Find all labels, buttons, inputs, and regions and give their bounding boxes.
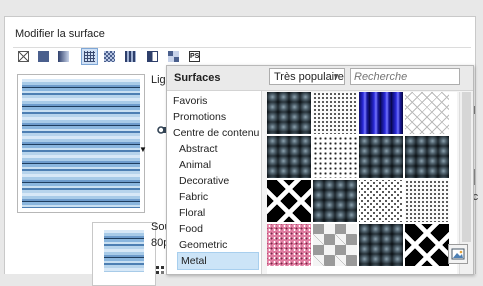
dialog-title: Modifier la surface <box>15 28 105 40</box>
pattern-fill-button[interactable] <box>81 48 98 65</box>
surface-tile[interactable] <box>405 136 449 178</box>
category-list: Favoris Promotions Centre de contenu Abstra… <box>167 91 262 274</box>
category-item[interactable]: Decorative <box>179 173 229 189</box>
surface-tile[interactable] <box>359 92 403 134</box>
surface-tile[interactable] <box>359 180 403 222</box>
texture-fill-button[interactable] <box>145 49 160 64</box>
texture-fill-icon <box>147 51 158 62</box>
corner-action-button[interactable] <box>448 244 468 264</box>
uniform-fill-button[interactable] <box>36 49 51 64</box>
chevron-down-icon: ▼ <box>332 72 340 81</box>
two-color-pattern-button[interactable] <box>123 49 138 64</box>
image-edit-icon <box>451 248 465 260</box>
pattern-fill-icon <box>84 51 95 62</box>
gradient-fill-button[interactable] <box>56 49 71 64</box>
surface-tile[interactable] <box>267 224 311 266</box>
uniform-fill-icon <box>38 51 49 62</box>
popularity-filter-select[interactable]: Très populaire ▼ <box>269 68 345 85</box>
surface-tile[interactable] <box>313 224 357 266</box>
surface-tile[interactable] <box>313 180 357 222</box>
surface-tile[interactable] <box>267 136 311 178</box>
category-item[interactable]: Food <box>179 221 203 237</box>
surfaces-popup: Surfaces Très populaire ▼ FavorisPromoti… <box>166 65 474 275</box>
divider <box>13 47 471 48</box>
category-item[interactable]: Abstract <box>179 141 218 157</box>
postscript-label-icon: PS <box>189 51 200 62</box>
category-item[interactable]: Favoris <box>173 93 207 109</box>
two-color-pattern-icon <box>125 51 136 62</box>
gradient-fill-icon <box>58 51 69 62</box>
surface-tile[interactable] <box>359 136 403 178</box>
pattern-preview-image <box>22 79 140 208</box>
category-item[interactable]: Floral <box>179 205 205 221</box>
scrollbar-thumb[interactable] <box>462 92 471 242</box>
surface-tile[interactable] <box>267 180 311 222</box>
bitmap-pattern-button[interactable] <box>102 49 117 64</box>
surface-grid <box>267 92 457 274</box>
no-fill-button[interactable] <box>16 49 31 64</box>
search-field[interactable] <box>350 68 460 85</box>
postscript-label-text: PS <box>190 53 200 60</box>
category-item[interactable]: Promotions <box>173 109 226 125</box>
surface-tile[interactable] <box>359 224 403 266</box>
postscript-label-button[interactable]: PS <box>187 49 202 64</box>
category-item[interactable]: Fabric <box>179 189 208 205</box>
no-fill-icon <box>18 51 29 62</box>
popup-header: Surfaces Très populaire ▼ <box>167 66 473 91</box>
search-input[interactable] <box>351 69 457 85</box>
postscript-fill-button[interactable] <box>166 49 181 64</box>
category-item[interactable]: Geometric <box>179 237 227 253</box>
surface-tile[interactable] <box>405 92 449 134</box>
category-item[interactable]: Metal <box>177 252 259 270</box>
grid-dots-icon[interactable] <box>156 266 166 276</box>
bitmap-pattern-icon <box>104 51 115 62</box>
source-preview-image <box>104 230 144 272</box>
surface-tile[interactable] <box>313 92 357 134</box>
category-item[interactable]: Animal <box>179 157 211 173</box>
pattern-preview-picker[interactable] <box>17 74 145 213</box>
surface-tile[interactable] <box>405 224 449 266</box>
category-item[interactable]: Centre de contenu <box>173 125 259 141</box>
chevron-down-icon[interactable]: ▼ <box>139 145 147 154</box>
surface-tile[interactable] <box>405 180 449 222</box>
postscript-fill-icon <box>168 51 179 62</box>
popup-title: Surfaces <box>174 72 221 84</box>
surface-tile[interactable] <box>313 136 357 178</box>
source-preview <box>92 222 156 286</box>
surface-tile[interactable] <box>267 92 311 134</box>
